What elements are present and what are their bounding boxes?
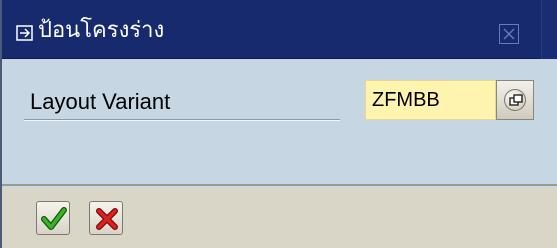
cancel-button[interactable] <box>89 201 123 235</box>
layout-variant-input[interactable]: ZFMBB <box>365 80 496 120</box>
window-title: ป้อนโครงร่าง <box>38 18 165 43</box>
possible-entries-button[interactable] <box>496 80 534 120</box>
layout-variant-label: Layout Variant <box>30 89 171 114</box>
layout-variant-dialog: ป้อนโครงร่าง Layout Variant ZFMBB <box>0 0 557 248</box>
ok-button[interactable] <box>36 201 70 235</box>
possible-entries-icon <box>504 89 526 111</box>
enter-arrow-icon <box>16 24 34 42</box>
close-icon[interactable] <box>499 24 519 44</box>
form-area: Layout Variant ZFMBB <box>2 59 557 186</box>
title-bar[interactable]: ป้อนโครงร่าง <box>2 0 557 59</box>
title-bar-edge <box>541 0 557 59</box>
footer-toolbar <box>2 188 557 248</box>
label-divider <box>24 119 340 121</box>
